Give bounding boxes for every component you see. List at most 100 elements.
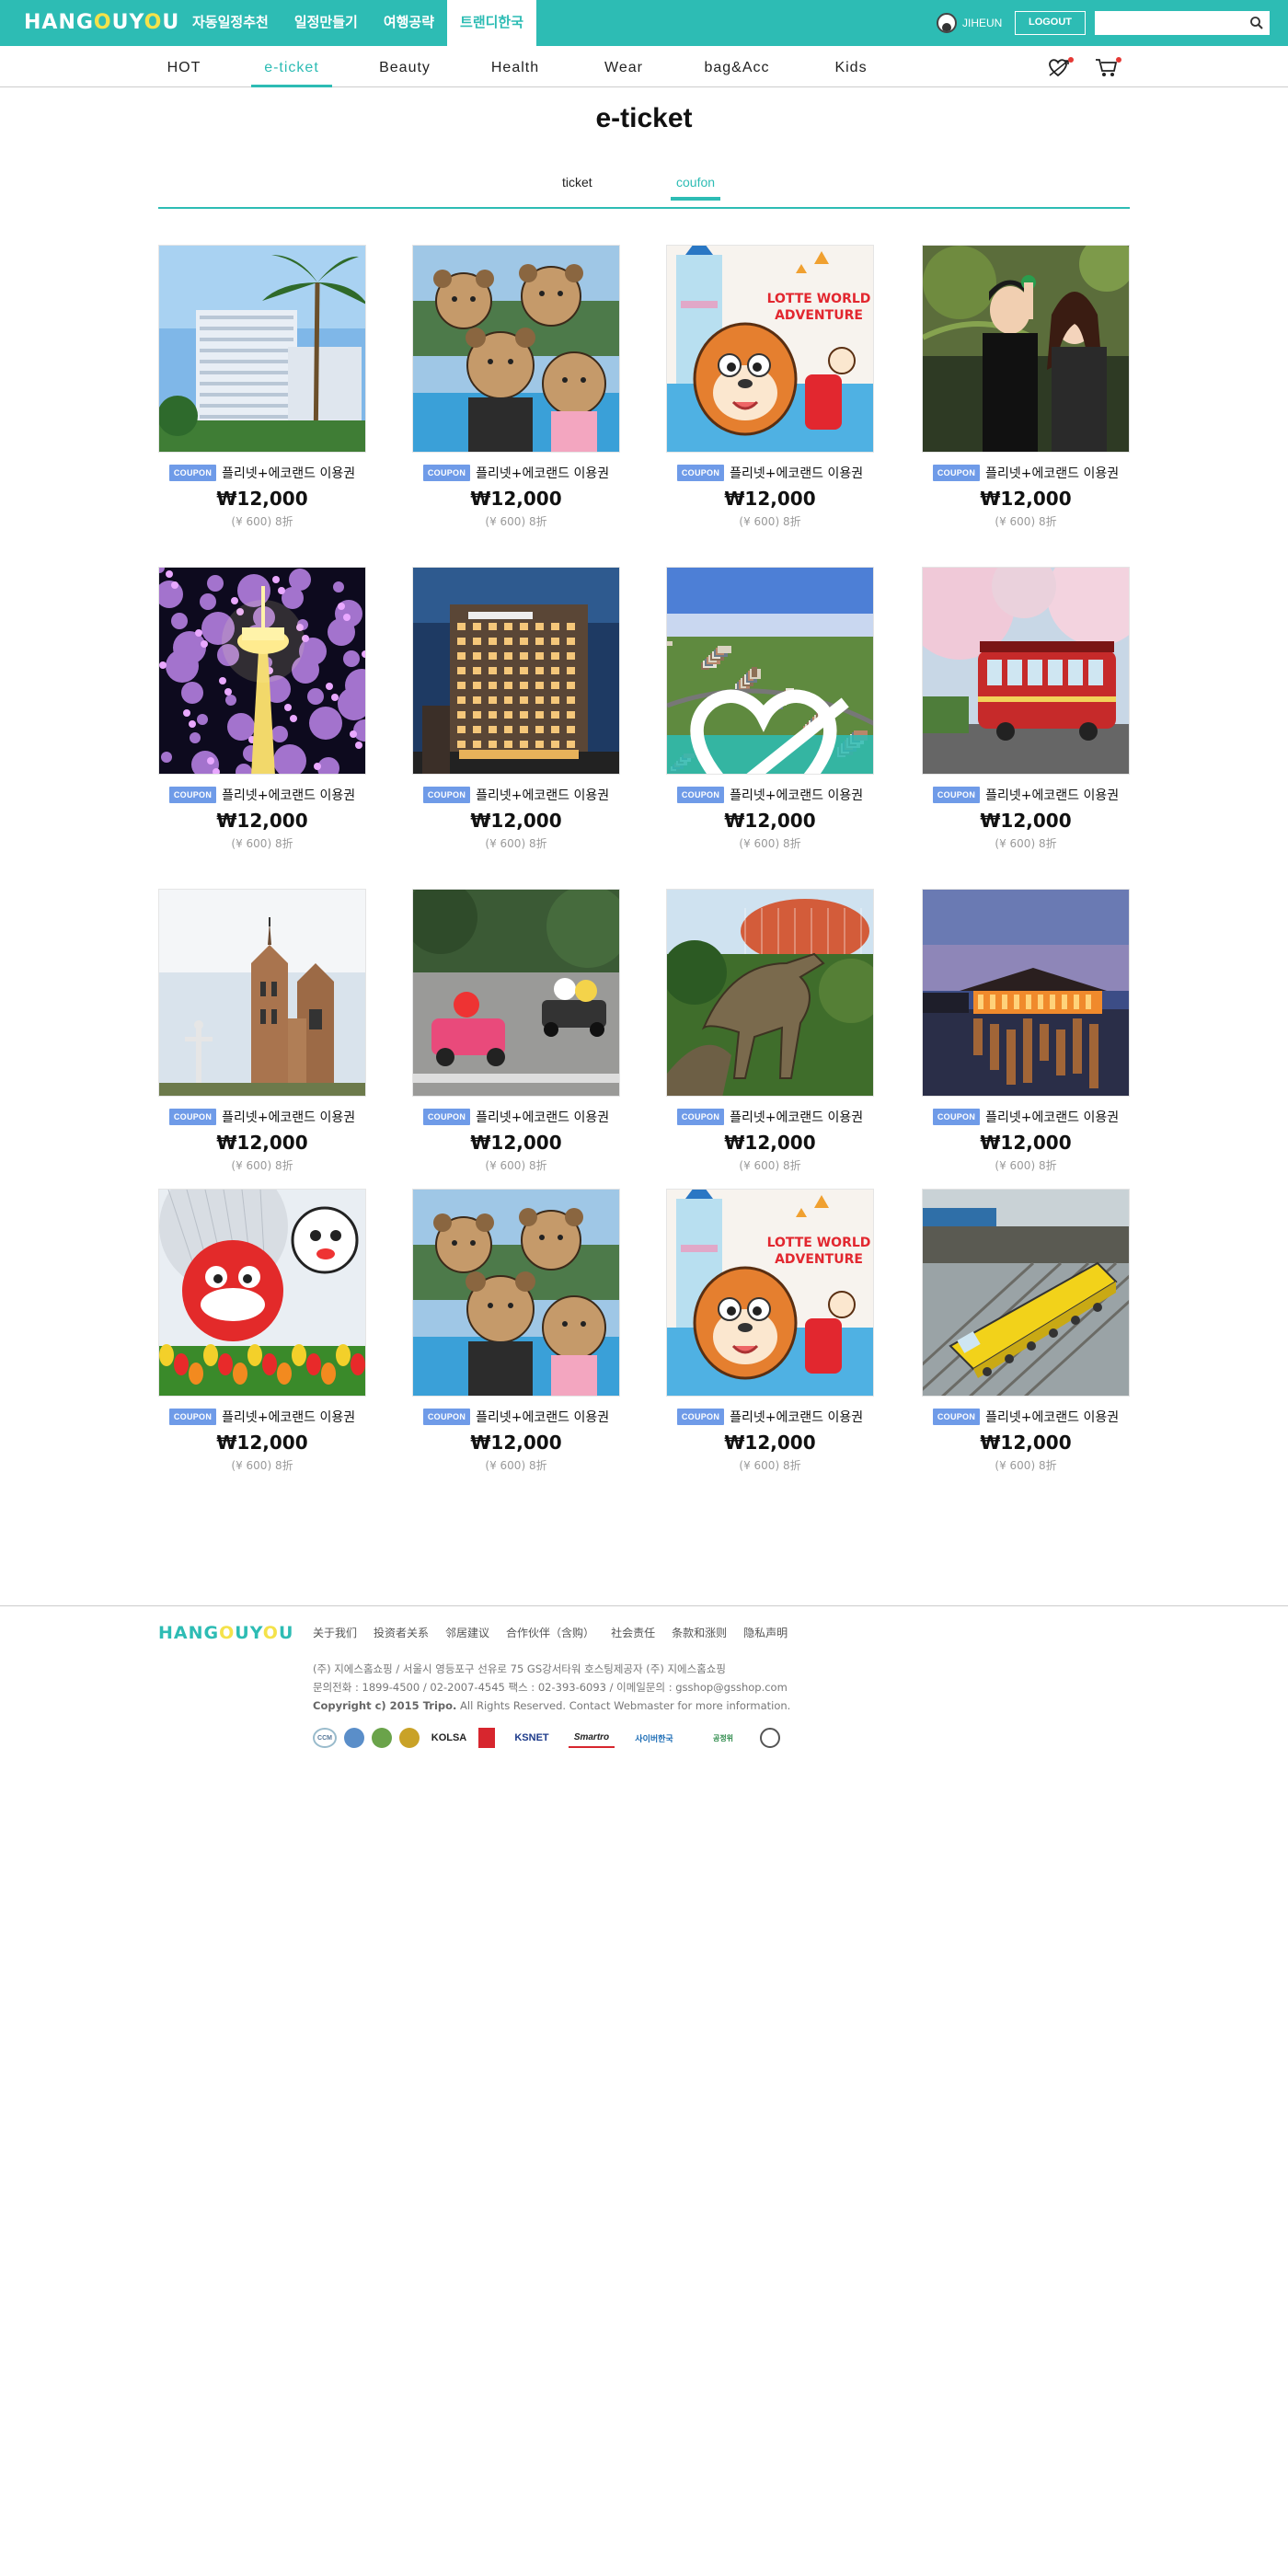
product-name[interactable]: 플리넷+에코랜드 이용권 [985,464,1119,482]
product-image[interactable] [922,1189,1130,1397]
product-card[interactable]: COUPON 플리넷+에코랜드 이용권 ₩12,000 (¥ 600) 8折 [412,1189,620,1483]
product-image[interactable] [412,1189,620,1397]
category-bag-acc[interactable]: bag&Acc [701,46,773,87]
product-image[interactable]: LOTTE WORLD ADVENTURE [666,245,874,453]
footer-link-suggestion[interactable]: 邻居建议 [445,1625,489,1640]
category-health[interactable]: Health [485,46,546,87]
product-card[interactable]: COUPON 플리넷+에코랜드 이용권 ₩12,000 (¥ 600) 8折 [922,567,1130,861]
product-card[interactable]: COUPON 플리넷+에코랜드 이용권 ₩12,000 (¥ 600) 8折 [922,245,1130,539]
product-image[interactable] [158,889,366,1097]
footer-logo[interactable]: HANGOUYOU [158,1623,293,1643]
top-nav-make-schedule[interactable]: 일정만들기 [282,0,371,46]
footer-address: (주) 지에스홈쇼핑 / 서울시 영등포구 선유로 75 GS강서타워 호스팅제… [313,1662,726,1675]
product-name-row: COUPON 플리넷+에코랜드 이용권 [412,786,620,804]
product-name[interactable]: 플리넷+에코랜드 이용권 [222,1108,355,1126]
coupon-badge: COUPON [932,787,981,803]
cert-seal-4-icon [760,1728,780,1748]
product-image[interactable] [666,889,874,1097]
product-photo-cathedral [159,890,365,1096]
product-sub-price: (¥ 600) 8折 [739,515,801,528]
top-nav-auto-schedule[interactable]: 자동일정추천 [179,0,282,46]
logout-button[interactable]: LOGOUT [1015,11,1086,35]
cert-seal-2-icon [372,1728,392,1748]
category-kids[interactable]: Kids [831,46,871,87]
cert-red-icon [478,1728,495,1748]
footer-link-investor[interactable]: 投资者关系 [374,1625,429,1640]
footer-link-partners[interactable]: 合作伙伴（含购） [506,1625,594,1640]
product-card[interactable]: COUPON 플리넷+에코랜드 이용권 ₩12,000 (¥ 600) 8折 [158,1189,366,1483]
avatar[interactable] [937,13,957,33]
logo-text: O [262,1623,279,1643]
product-card[interactable]: COUPON 플리넷+에코랜드 이용권 ₩12,000 (¥ 600) 8折 [666,889,874,1183]
footer-link-privacy[interactable]: 隐私声明 [743,1625,788,1640]
category-beauty[interactable]: Beauty [373,46,437,87]
product-image[interactable] [922,245,1130,453]
footer-link-about[interactable]: 关于我们 [313,1625,357,1640]
category-wear[interactable]: Wear [600,46,648,87]
ccm-logo: CCM [313,1728,337,1748]
product-card[interactable]: COUPON 플리넷+에코랜드 이용권 ₩12,000 (¥ 600) 8折 [922,889,1130,1183]
site-logo[interactable]: HANGOUYOU [24,11,179,34]
product-image[interactable] [158,1189,366,1397]
coupon-badge: COUPON [676,1409,725,1425]
product-name[interactable]: 플리넷+에코랜드 이용권 [476,464,609,482]
category-hot[interactable]: HOT [158,46,210,87]
add-wishlist-icon[interactable] [667,689,873,774]
product-image[interactable] [158,245,366,453]
product-image[interactable] [158,567,366,775]
top-nav-trendy-korea[interactable]: 트랜디한국 [447,0,537,46]
product-name[interactable]: 플리넷+에코랜드 이용권 [730,1408,863,1426]
tab-ticket[interactable]: ticket [562,175,592,199]
cart-icon[interactable] [1094,55,1121,79]
search-input[interactable] [1095,11,1242,35]
product-price: ₩12,000 [980,1432,1072,1454]
product-name[interactable]: 플리넷+에코랜드 이용권 [730,786,863,804]
product-sub-price: (¥ 600) 8折 [231,515,293,528]
product-name[interactable]: 플리넷+에코랜드 이용권 [730,464,863,482]
product-name[interactable]: 플리넷+에코랜드 이용권 [222,464,355,482]
product-image[interactable]: LOTTE WORLD ADVENTURE [666,1189,874,1397]
product-name[interactable]: 플리넷+에코랜드 이용권 [985,1108,1119,1126]
product-sub-price: (¥ 600) 8折 [485,515,547,528]
product-card[interactable]: COUPON 플리넷+에코랜드 이용권 ₩12,000 (¥ 600) 8折 [922,1189,1130,1483]
product-name[interactable]: 플리넷+에코랜드 이용권 [476,786,609,804]
footer-link-responsibility[interactable]: 社会责任 [611,1625,655,1640]
wishlist-icon[interactable] [1046,55,1074,79]
product-card[interactable]: COUPON 플리넷+에코랜드 이용권 ₩12,000 (¥ 600) 8折 [666,567,874,861]
product-card[interactable]: COUPON 플리넷+에코랜드 이용권 ₩12,000 (¥ 600) 8折 [412,567,620,861]
product-image[interactable] [412,245,620,453]
product-name[interactable]: 플리넷+에코랜드 이용권 [985,1408,1119,1426]
product-image[interactable] [922,889,1130,1097]
tab-coufon[interactable]: coufon [670,175,721,201]
product-card[interactable]: LOTTE WORLD ADVENTURE COUPON 플리넷+에코랜드 이용권… [666,1189,874,1483]
product-image[interactable] [412,567,620,775]
product-name[interactable]: 플리넷+에코랜드 이용권 [476,1108,609,1126]
page-title: e-ticket [595,103,693,133]
product-card[interactable]: COUPON 플리넷+에코랜드 이용권 ₩12,000 (¥ 600) 8折 [158,567,366,861]
product-name[interactable]: 플리넷+에코랜드 이용권 [730,1108,863,1126]
product-sub-price: (¥ 600) 8折 [739,1459,801,1472]
product-name[interactable]: 플리넷+에코랜드 이용권 [476,1408,609,1426]
top-nav-travel-guide[interactable]: 여행공략 [371,0,447,46]
product-image[interactable] [412,889,620,1097]
product-card[interactable]: COUPON 플리넷+에코랜드 이용권 ₩12,000 (¥ 600) 8折 [412,245,620,539]
product-name[interactable]: 플리넷+에코랜드 이용권 [985,786,1119,804]
coupon-badge: COUPON [422,1109,471,1125]
product-image[interactable] [922,567,1130,775]
search-icon[interactable] [1249,16,1264,30]
category-e-ticket[interactable]: e-ticket [251,46,332,87]
coupon-badge: COUPON [168,1109,217,1125]
product-card[interactable]: LOTTE WORLD ADVENTURE COUPON 플리넷+에코랜드 이용권… [666,245,874,539]
product-card[interactable]: COUPON 플리넷+에코랜드 이용권 ₩12,000 (¥ 600) 8折 [412,889,620,1183]
product-image[interactable] [666,567,874,775]
cert-seal-3-icon [399,1728,420,1748]
product-name[interactable]: 플리넷+에코랜드 이용권 [222,786,355,804]
product-card[interactable]: COUPON 플리넷+에코랜드 이용권 ₩12,000 (¥ 600) 8折 [158,889,366,1183]
product-name[interactable]: 플리넷+에코랜드 이용권 [222,1408,355,1426]
footer-link-terms[interactable]: 条款和涨则 [672,1625,727,1640]
coupon-badge: COUPON [168,465,217,481]
product-photo-dinosaur [667,890,873,1096]
product-card[interactable]: COUPON 플리넷+에코랜드 이용권 ₩12,000 (¥ 600) 8折 [158,245,366,539]
logo-text: U [162,11,180,34]
product-sub-price: (¥ 600) 8折 [995,1459,1057,1472]
